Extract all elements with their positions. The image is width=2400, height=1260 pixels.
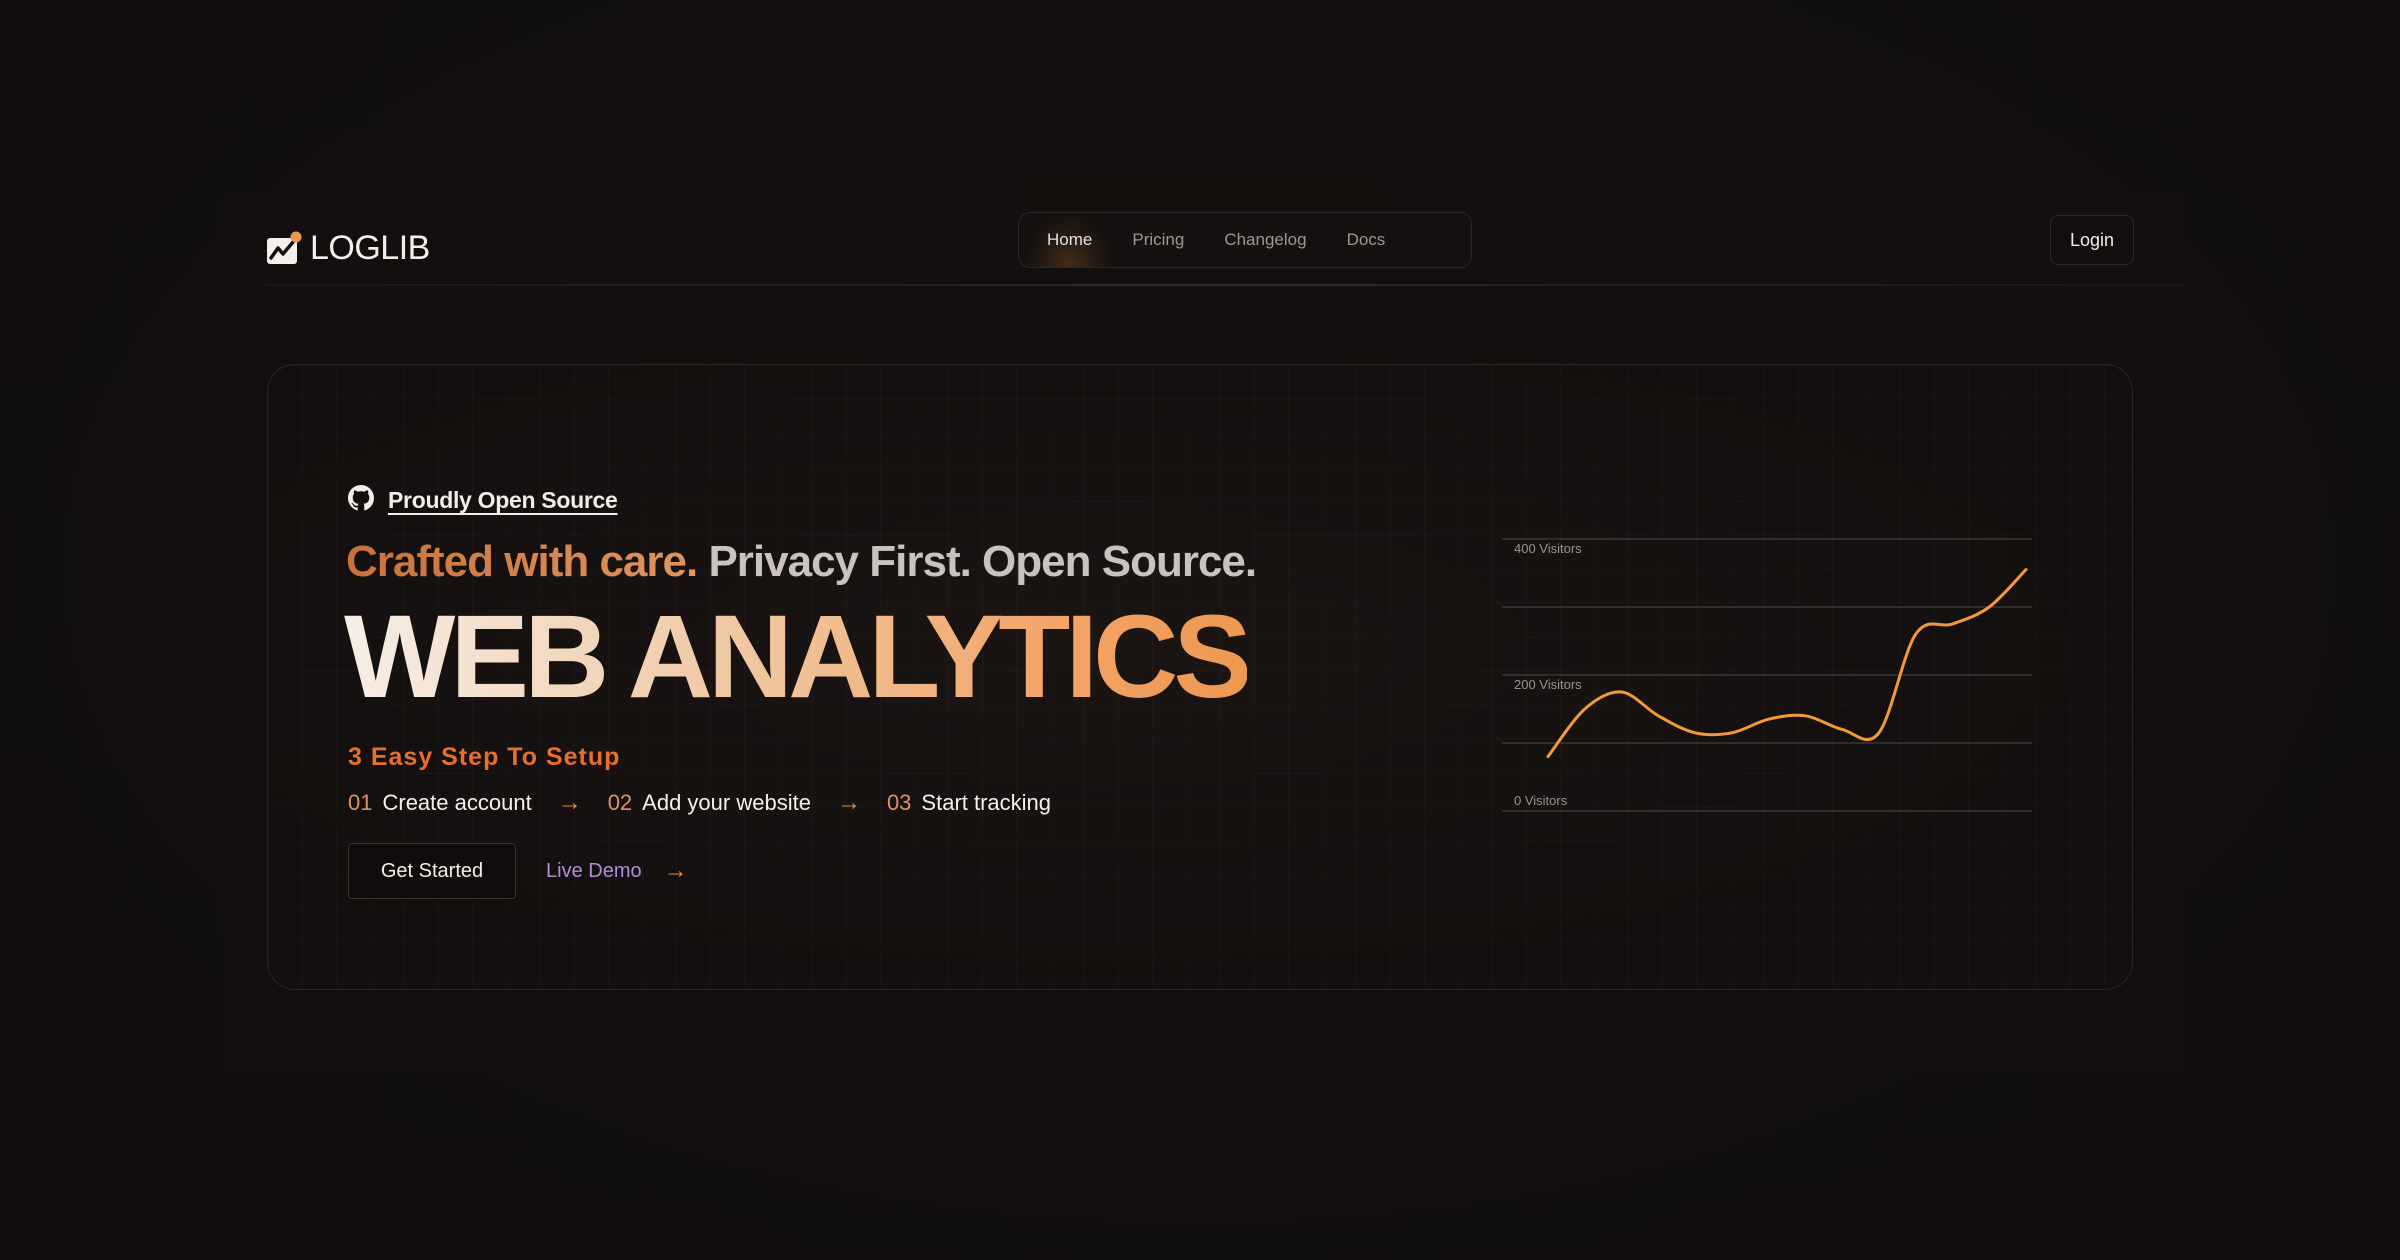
tagline-rest: Privacy First. Open Source. <box>697 537 1257 586</box>
nav-changelog[interactable]: Changelog <box>1204 213 1326 267</box>
live-demo-label: Live Demo <box>546 859 642 882</box>
open-source-link[interactable]: Proudly Open Source <box>388 487 618 514</box>
login-button[interactable]: Login <box>2050 215 2134 265</box>
visitors-series-line <box>1546 568 2028 759</box>
brand-name: LOGLIB <box>310 228 430 267</box>
steps-title: 3 Easy Step To Setup <box>348 743 621 771</box>
nav-docs[interactable]: Docs <box>1327 213 1406 267</box>
nav-pricing[interactable]: Pricing <box>1112 213 1204 267</box>
hero-actions: Get Started Live Demo → <box>348 843 688 899</box>
arrow-right-icon: → <box>557 789 582 816</box>
header-divider <box>266 284 2184 286</box>
step-3-label: Start tracking <box>921 790 1052 815</box>
brand-logo[interactable]: LOGLIB <box>266 222 430 274</box>
step-2-label: Add your website <box>642 790 811 815</box>
open-source-row: Proudly Open Source <box>348 485 618 516</box>
github-icon <box>348 485 374 516</box>
y-tick-label: 400 Visitors <box>1514 541 1582 556</box>
nav-home[interactable]: Home <box>1027 213 1113 267</box>
live-demo-link[interactable]: Live Demo → <box>546 857 688 885</box>
arrow-right-icon: → <box>836 789 861 816</box>
step-3-number: 03 <box>886 790 912 815</box>
page: LOGLIB Home Pricing Changelog Docs Login… <box>0 0 2400 1260</box>
hero-card: Proudly Open Source Crafted with care. P… <box>267 364 2133 990</box>
visitors-chart: 400 Visitors 200 Visitors 0 Visitors <box>1502 538 2032 812</box>
tagline-accent: Crafted with care. <box>346 537 698 586</box>
y-tick-label: 200 Visitors <box>1514 677 1582 692</box>
main-nav: Home Pricing Changelog Docs <box>1018 212 1472 268</box>
step-1-label: Create account <box>382 790 532 815</box>
setup-steps: 01 Create account → 02 Add your website … <box>348 789 1051 817</box>
site-header: LOGLIB Home Pricing Changelog Docs Login <box>266 212 2134 284</box>
get-started-button[interactable]: Get Started <box>348 843 516 899</box>
y-tick-label: 0 Visitors <box>1514 793 1568 808</box>
step-2-number: 02 <box>607 790 633 815</box>
tagline: Crafted with care. Privacy First. Open S… <box>346 537 1257 587</box>
chart-line-logo-icon <box>266 230 302 266</box>
arrow-right-icon: → <box>663 857 688 884</box>
step-1-number: 01 <box>348 790 373 815</box>
hero-headline: WEB ANALYTICS <box>344 587 1252 729</box>
